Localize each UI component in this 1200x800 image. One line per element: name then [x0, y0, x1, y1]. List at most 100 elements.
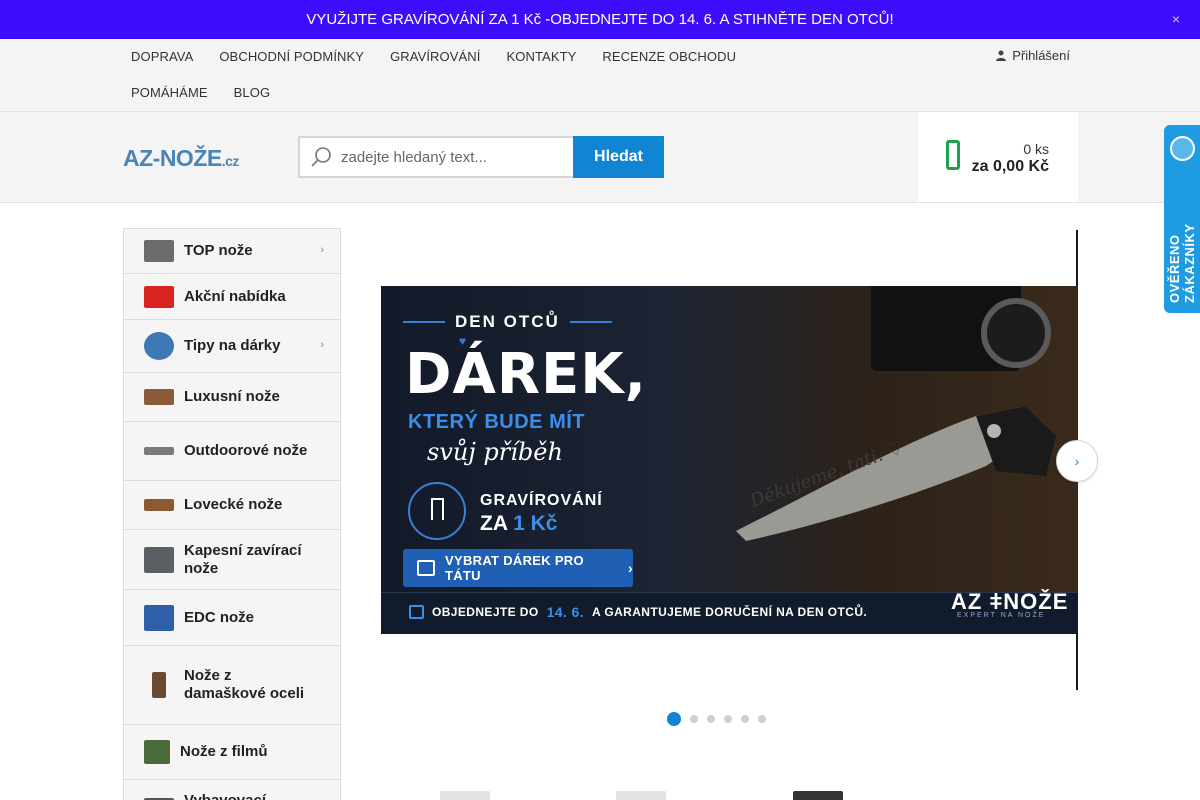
category-label: Luxusní nože: [184, 388, 280, 405]
promo-text[interactable]: VYUŽIJTE GRAVÍROVÁNÍ ZA 1 Kč -OBJEDNEJTE…: [306, 11, 893, 28]
seal-icon: [1170, 136, 1195, 161]
choose-gift-button[interactable]: VYBRAT DÁREK PRO TÁTU ›: [403, 549, 633, 587]
category-sidebar: TOP nože › Akční nabídka Tipy na dárky ›…: [123, 228, 341, 800]
top-navigation: DOPRAVA OBCHODNÍ PODMÍNKY GRAVÍROVÁNÍ KO…: [0, 39, 1200, 112]
sidebar-item-luxusni-noze[interactable]: Luxusní nože: [124, 373, 340, 422]
chevron-right-icon[interactable]: ›: [320, 339, 324, 351]
verified-by-customers-badge[interactable]: OVĚŘENO ZÁKAZNÍKY: [1164, 125, 1200, 313]
footer-suffix: A GARANTUJEME DORUČENÍ NA DEN OTCŮ.: [592, 605, 868, 619]
category-label: Vybavovací: [184, 792, 309, 800]
sidebar-item-lovecke-noze[interactable]: Lovecké nože: [124, 481, 340, 530]
benefit-icon: [616, 791, 666, 800]
slider-dot[interactable]: [667, 712, 681, 726]
search-input[interactable]: [341, 148, 561, 166]
chevron-right-icon: ›: [628, 560, 633, 576]
category-thumbnail: [144, 389, 174, 405]
slide-tagline: svůj příběh: [427, 438, 563, 466]
category-thumbnail: [144, 604, 174, 631]
knife-image: [736, 406, 1056, 541]
user-icon: [996, 50, 1007, 61]
slider-dot[interactable]: [690, 715, 698, 723]
category-thumbnail: [144, 740, 170, 764]
promo-banner[interactable]: VYUŽIJTE GRAVÍROVÁNÍ ZA 1 Kč -OBJEDNEJTE…: [0, 0, 1200, 39]
cart-icon: [946, 140, 960, 170]
search-bar: Hledat: [298, 136, 664, 178]
slider-next-button[interactable]: ›: [1056, 440, 1098, 482]
category-label: Akční nabídka: [184, 287, 286, 305]
category-label: Tipy na dárky: [184, 337, 281, 354]
category-thumbnail: [144, 546, 174, 573]
slider-pagination: [667, 712, 766, 726]
search-field: [298, 136, 573, 178]
footer-prefix: OBJEDNEJTE DO: [432, 605, 539, 619]
slide-fathers-day[interactable]: DEN OTCŮ ♥ DÁREK, KTERÝ BUDE MÍT svůj př…: [381, 286, 1078, 634]
slider-dot[interactable]: [758, 715, 766, 723]
nav-link-obchodni-podminky[interactable]: OBCHODNÍ PODMÍNKY: [206, 39, 377, 75]
sidebar-item-edc-noze[interactable]: EDC nože: [124, 590, 340, 646]
slide-overline-text: DEN OTCŮ: [455, 312, 560, 331]
sidebar-item-damaskove-noze[interactable]: Nože z damaškové oceli: [124, 646, 340, 725]
engraving-price-prefix: ZA: [480, 512, 514, 535]
category-thumbnail: [152, 672, 166, 698]
login-link[interactable]: Přihlášení: [996, 48, 1070, 63]
nav-link-doprava[interactable]: DOPRAVA: [118, 39, 206, 75]
chevron-right-icon[interactable]: ›: [320, 244, 324, 256]
category-label: Nože z damaškové oceli: [184, 667, 305, 702]
slider-dot[interactable]: [707, 715, 715, 723]
slide-overline: DEN OTCŮ: [403, 312, 612, 332]
category-label: TOP nože: [184, 242, 253, 259]
sidebar-item-top-noze[interactable]: TOP nože ›: [124, 229, 340, 274]
nav-link-blog[interactable]: BLOG: [221, 75, 284, 111]
category-thumbnail: [144, 285, 174, 308]
slide-headline: DÁREK,: [405, 342, 647, 407]
nav-link-recenze[interactable]: RECENZE OBCHODU: [589, 39, 749, 75]
category-thumbnail: [144, 447, 174, 455]
sidebar-item-kapesni-noze[interactable]: Kapesní zavírací nože: [124, 530, 340, 590]
chevron-right-icon: ›: [1074, 453, 1080, 469]
category-thumbnail: [144, 499, 174, 511]
calendar-icon: [409, 605, 424, 619]
engraving-title: GRAVÍROVÁNÍ: [480, 492, 603, 509]
site-header: AZ-NOŽE.cz Hledat 0 ks za 0,00 Kč: [0, 112, 1200, 203]
topnav-links: DOPRAVA OBCHODNÍ PODMÍNKY GRAVÍROVÁNÍ KO…: [118, 39, 758, 111]
watch-image: [981, 298, 1051, 368]
sidebar-item-noze-z-filmu[interactable]: Nože z filmů: [124, 725, 340, 780]
category-label: Kapesní zavírací nože: [184, 541, 302, 577]
nav-link-kontakty[interactable]: KONTAKTY: [494, 39, 590, 75]
sidebar-item-vybavovaci[interactable]: Vybavovací: [124, 780, 340, 800]
gift-icon: [417, 560, 435, 576]
nav-link-gravirovani[interactable]: GRAVÍROVÁNÍ: [377, 39, 493, 75]
cart-price: za 0,00 Kč: [971, 158, 1049, 175]
logo-main: AZ-NOŽE: [123, 145, 222, 171]
cart-widget[interactable]: 0 ks za 0,00 Kč: [918, 112, 1078, 202]
banner-slider: DEN OTCŮ ♥ DÁREK, KTERÝ BUDE MÍT svůj př…: [381, 230, 1078, 690]
sidebar-item-akcni-nabidka[interactable]: Akční nabídka: [124, 274, 340, 320]
category-label: Outdoorové nože: [184, 442, 308, 459]
benefit-icon: [440, 791, 490, 800]
overline-rule-right: [569, 321, 612, 323]
slide-footer-text: OBJEDNEJTE DO 14. 6. A GARANTUJEME DORUČ…: [409, 604, 867, 620]
login-label: Přihlášení: [1012, 48, 1070, 63]
slider-dot[interactable]: [741, 715, 749, 723]
cta-label: VYBRAT DÁREK PRO TÁTU: [445, 553, 584, 583]
search-icon: [311, 147, 331, 167]
shield-icon: [793, 791, 843, 800]
category-label: Lovecké nože: [184, 496, 283, 513]
logo-suffix: .cz: [221, 153, 240, 169]
engraving-icon: [408, 482, 466, 540]
slide-brand-tagline: EXPERT NA NOŽE: [957, 612, 1046, 619]
sidebar-item-outdoorove-noze[interactable]: Outdoorové nože: [124, 422, 340, 481]
category-thumbnail: [144, 332, 174, 360]
engraving-price: ZA 1 Kč: [480, 512, 557, 536]
slider-dot[interactable]: [724, 715, 732, 723]
site-logo[interactable]: AZ-NOŽE .cz: [123, 145, 239, 173]
category-thumbnail: [144, 240, 174, 262]
search-button[interactable]: Hledat: [573, 136, 664, 178]
sidebar-item-tipy-na-darky[interactable]: Tipy na dárky ›: [124, 320, 340, 373]
nav-link-pomahame[interactable]: POMÁHÁME: [118, 75, 221, 111]
slide-subheadline: KTERÝ BUDE MÍT: [408, 411, 585, 433]
engraving-price-value: 1 Kč: [513, 512, 558, 535]
close-icon[interactable]: ×: [1172, 11, 1180, 27]
engraving-tool-icon: [431, 498, 444, 520]
footer-date: 14. 6.: [546, 604, 584, 620]
